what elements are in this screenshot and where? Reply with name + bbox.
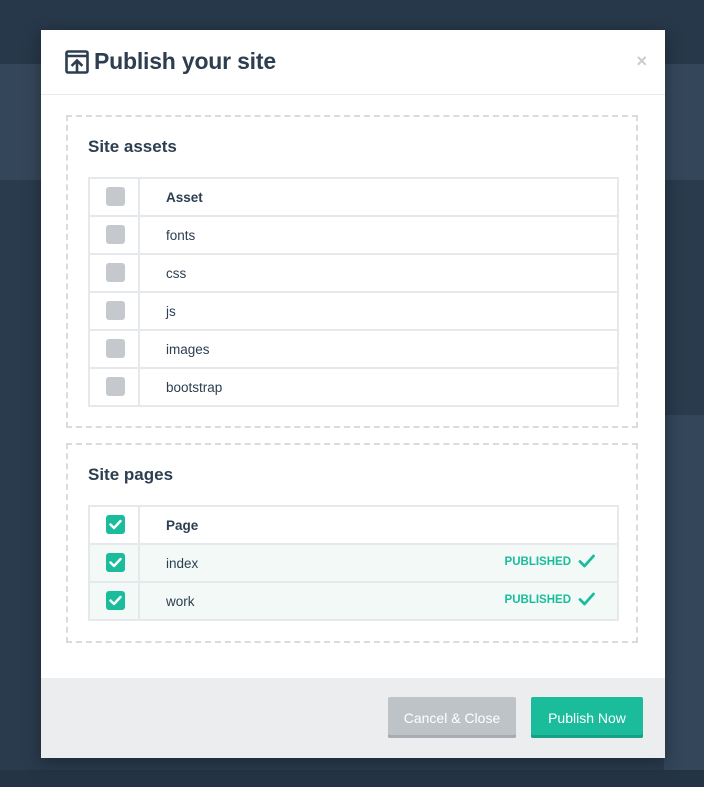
- asset-checkbox-js[interactable]: [106, 301, 125, 320]
- asset-row: css: [90, 255, 617, 293]
- page-label: index: [166, 556, 199, 571]
- publish-now-button[interactable]: Publish Now: [531, 697, 643, 738]
- background-footer: [0, 770, 704, 787]
- asset-label: bootstrap: [166, 380, 223, 395]
- asset-label: css: [166, 266, 187, 281]
- check-icon: [109, 519, 122, 530]
- assets-table: Asset fonts css js images bootstrap: [88, 177, 619, 407]
- status-badge: PUBLISHED: [504, 594, 571, 606]
- asset-label: images: [166, 342, 210, 357]
- page-row: index PUBLISHED: [90, 545, 617, 583]
- page-label: work: [166, 594, 195, 609]
- status-badge: PUBLISHED: [504, 556, 571, 568]
- published-check-icon: [578, 592, 595, 611]
- site-pages-section: Site pages Page index PUBLISHED work PUB…: [66, 443, 638, 643]
- page-column-header: Page: [166, 518, 199, 533]
- asset-label: js: [166, 304, 176, 319]
- asset-checkbox-images[interactable]: [106, 339, 125, 358]
- pages-table: Page index PUBLISHED work PUBLISHED: [88, 505, 619, 621]
- asset-row: images: [90, 331, 617, 369]
- page-row: work PUBLISHED: [90, 583, 617, 619]
- asset-label: fonts: [166, 228, 196, 243]
- asset-checkbox-bootstrap[interactable]: [106, 377, 125, 396]
- select-all-pages-checkbox[interactable]: [106, 515, 125, 534]
- site-assets-section: Site assets Asset fonts css js images bo…: [66, 115, 638, 428]
- site-pages-title: Site pages: [88, 465, 174, 484]
- site-assets-title: Site assets: [88, 137, 177, 156]
- asset-column-header: Asset: [166, 190, 203, 205]
- asset-row: fonts: [90, 217, 617, 255]
- page-checkbox-index[interactable]: [106, 553, 125, 572]
- publish-modal: Publish your site × Site assets Asset fo…: [41, 30, 665, 758]
- asset-checkbox-fonts[interactable]: [106, 225, 125, 244]
- select-all-assets-checkbox[interactable]: [106, 187, 125, 206]
- asset-row: js: [90, 293, 617, 331]
- page-checkbox-work[interactable]: [106, 591, 125, 610]
- cancel-close-button[interactable]: Cancel & Close: [388, 697, 516, 738]
- check-icon: [109, 557, 122, 568]
- check-icon: [109, 595, 122, 606]
- background-panel: [664, 415, 704, 770]
- asset-row: bootstrap: [90, 369, 617, 405]
- modal-title: Publish your site: [94, 48, 276, 74]
- close-icon[interactable]: ×: [636, 52, 647, 70]
- modal-header: Publish your site ×: [41, 30, 665, 95]
- assets-header-row: Asset: [90, 179, 617, 217]
- asset-checkbox-css[interactable]: [106, 263, 125, 282]
- pages-header-row: Page: [90, 507, 617, 545]
- published-check-icon: [578, 554, 595, 573]
- upload-window-icon: [65, 50, 89, 76]
- modal-footer: Cancel & Close Publish Now: [41, 678, 665, 758]
